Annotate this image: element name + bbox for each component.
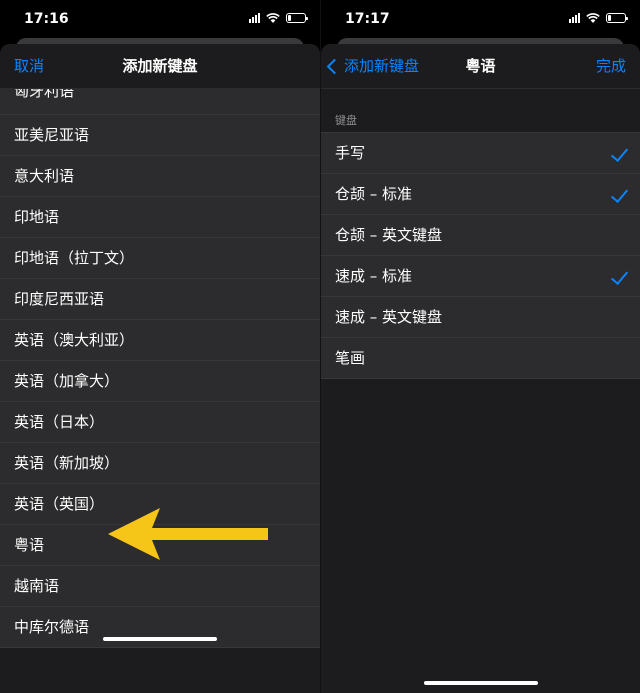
language-label: 意大利语 [14, 167, 75, 185]
signal-icon [569, 12, 580, 23]
nav-bar: 取消 添加新键盘 [0, 44, 320, 89]
keyboard-option-label: 手写 [335, 144, 366, 162]
language-row[interactable]: 英语（日本） [0, 402, 320, 443]
left-screen: 17:16 取消 添加新键盘 匈牙利语亚美尼亚语意大利语印地语印地语（拉丁文） 印… [0, 0, 320, 693]
home-indicator [424, 681, 538, 685]
add-keyboard-sheet: 取消 添加新键盘 匈牙利语 亚美尼亚语 意大利语 印地语 印地语（拉丁文） 印度尼西亚语英… [0, 44, 320, 693]
language-label: 英语（新加坡） [14, 454, 120, 472]
nav-title: 添加新键盘 [122, 57, 198, 75]
language-label: 越南语 [14, 577, 60, 595]
language-label: 印度尼西亚语 [14, 290, 105, 308]
keyboard-option-row[interactable]: 笔画 [321, 338, 640, 379]
language-row[interactable]: 意大利语 [0, 156, 320, 197]
nav-bar: 添加新键盘 粤语 完成 [321, 44, 640, 89]
nav-title: 粤语 [465, 57, 496, 75]
keyboard-option-row[interactable]: 速成 – 标准 [321, 256, 640, 297]
keyboard-option-label: 笔画 [335, 349, 366, 367]
status-icons [249, 12, 308, 23]
home-indicator [103, 637, 217, 641]
language-label: 匈牙利语 [14, 88, 75, 100]
language-label: 中库尔德语 [14, 618, 90, 636]
language-row[interactable]: 中库尔德语 [0, 607, 320, 648]
status-time: 17:16 [24, 11, 69, 27]
language-row[interactable]: 英语（澳大利亚） [0, 320, 320, 361]
battery-icon [606, 12, 628, 23]
language-list: 匈牙利语亚美尼亚语意大利语印地语印地语（拉丁文） 印度尼西亚语英语（澳大利亚） 英语… [0, 88, 320, 648]
sheet-bottom-area [0, 676, 320, 693]
keyboard-option-label: 速成 – 标准 [335, 267, 413, 285]
language-row[interactable]: 印地语（拉丁文） [0, 238, 320, 279]
keyboard-option-label: 速成 – 英文键盘 [335, 308, 443, 326]
keyboard-option-label: 仓颉 – 英文键盘 [335, 226, 443, 244]
keyboard-option-label: 仓颉 – 标准 [335, 185, 413, 203]
wifi-icon [266, 12, 280, 23]
signal-icon [249, 12, 260, 23]
option-list: 手写仓颉 – 标准仓颉 – 英文键盘 速成 – 标准速成 – 英文键盘 笔画 [321, 132, 640, 379]
battery-fill [608, 14, 612, 21]
section-header: 键盘 [335, 114, 357, 127]
status-bar: 17:16 [0, 0, 320, 38]
language-row[interactable]: 英语（加拿大） [0, 361, 320, 402]
keyboard-option-row[interactable]: 仓颉 – 英文键盘 [321, 215, 640, 256]
language-row[interactable]: 匈牙利语 [0, 88, 320, 115]
status-bar: 17:17 [321, 0, 640, 38]
language-row[interactable]: 越南语 [0, 566, 320, 607]
language-row[interactable]: 英语（新加坡） [0, 443, 320, 484]
checkmark-icon [610, 266, 629, 286]
checkmark-icon [610, 143, 629, 163]
keyboard-options: 键盘 手写仓颉 – 标准仓颉 – 英文键盘 速成 – 标准速成 – 英文键盘 笔画 [321, 84, 640, 693]
language-label: 印地语（拉丁文） [14, 249, 135, 267]
language-row[interactable]: 印地语 [0, 197, 320, 238]
status-time: 17:17 [345, 11, 390, 27]
battery-icon [286, 12, 308, 23]
done-button[interactable]: 完成 [596, 55, 626, 76]
arrow-annotation [108, 508, 268, 560]
right-screen: 17:17 添加新键盘 粤语 完成 键盘 手写 仓颉 – 标准 仓颉 – 英文键… [320, 0, 640, 693]
language-label: 粤语 [14, 536, 45, 554]
wifi-icon [586, 12, 600, 23]
language-label: 英语（英国） [14, 495, 105, 513]
language-label: 英语（澳大利亚） [14, 331, 135, 349]
language-label: 英语（加拿大） [14, 372, 120, 390]
keyboard-option-row[interactable]: 速成 – 英文键盘 [321, 297, 640, 338]
language-row[interactable]: 印度尼西亚语 [0, 279, 320, 320]
status-icons [569, 12, 628, 23]
language-row[interactable]: 亚美尼亚语 [0, 115, 320, 156]
keyboard-option-row[interactable]: 手写 [321, 132, 640, 174]
language-label: 亚美尼亚语 [14, 126, 90, 144]
language-label: 英语（日本） [14, 413, 105, 431]
keyboard-option-row[interactable]: 仓颉 – 标准 [321, 174, 640, 215]
battery-fill [288, 14, 292, 21]
checkmark-icon [610, 184, 629, 204]
language-label: 印地语 [14, 208, 60, 226]
